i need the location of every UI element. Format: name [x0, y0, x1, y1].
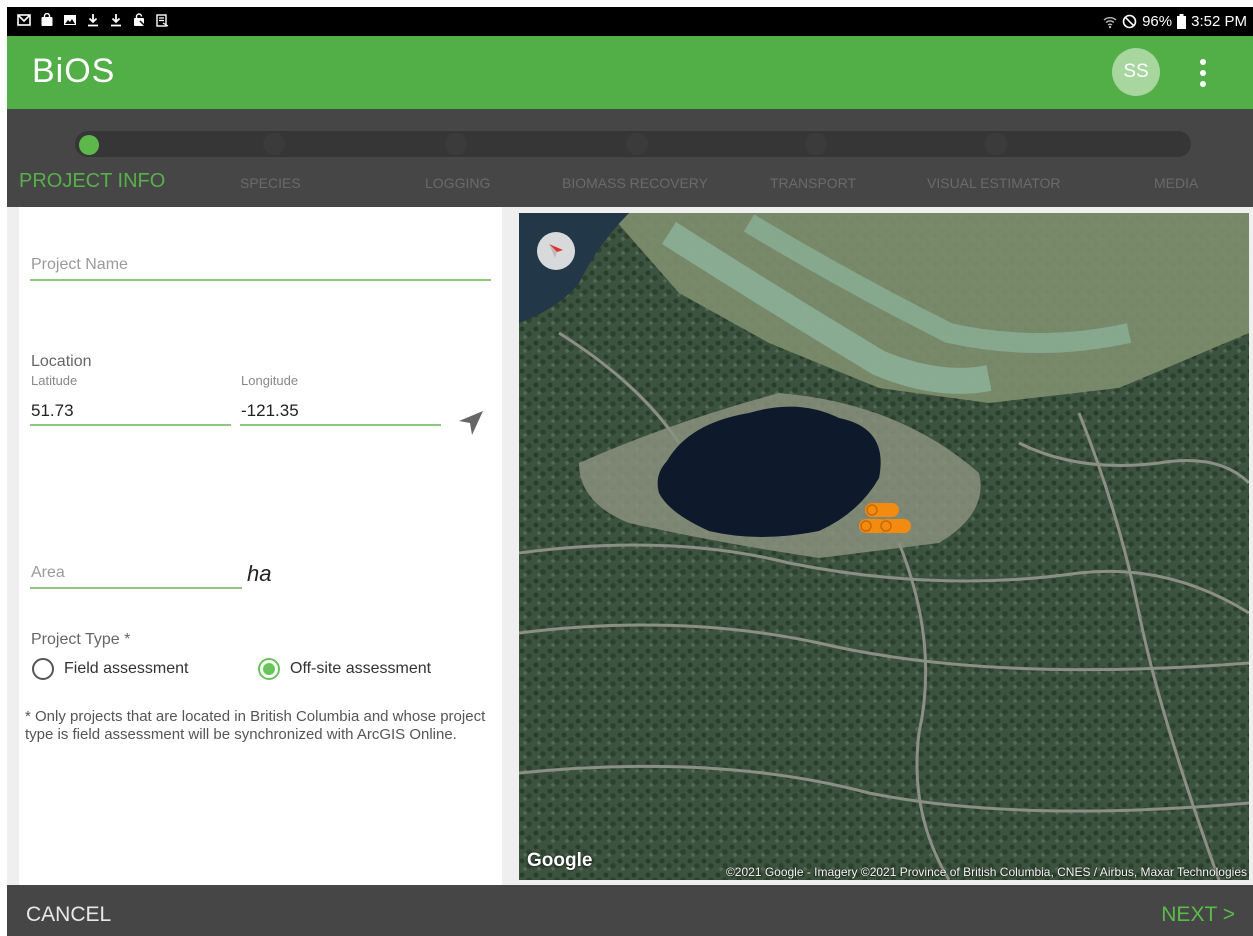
status-bar-notifications	[17, 13, 169, 27]
radio-off-site-assessment[interactable]: Off-site assessment	[258, 658, 431, 680]
logs-marker-icon[interactable]	[859, 501, 911, 537]
bottom-bar: CANCEL NEXT >	[7, 885, 1253, 936]
locate-arrow-icon[interactable]	[457, 410, 485, 436]
compass-icon[interactable]	[537, 232, 575, 270]
next-button[interactable]: NEXT >	[1161, 903, 1235, 927]
longitude-input[interactable]: -121.35	[241, 401, 299, 421]
step-dot	[805, 133, 827, 155]
radio-field-assessment-label: Field assessment	[64, 660, 189, 677]
active-step-dot	[79, 135, 99, 155]
image-icon	[63, 13, 77, 27]
wifi-icon	[1103, 15, 1117, 29]
tab-transport[interactable]: TRANSPORT	[770, 175, 856, 191]
shopping-bag-icon	[40, 13, 54, 27]
overflow-menu-icon[interactable]	[1191, 56, 1215, 90]
app-title: BiOS	[32, 52, 116, 90]
map-imagery	[519, 213, 1249, 880]
tab-logging[interactable]: LOGGING	[425, 175, 490, 191]
latitude-label: Latitude	[31, 373, 78, 388]
project-name-input[interactable]: Project Name	[31, 256, 128, 274]
battery-percent: 96%	[1142, 13, 1173, 30]
download-icon	[109, 13, 123, 27]
avatar[interactable]: SS	[1112, 48, 1160, 96]
status-bar-system: 96% 3:52 PM	[1103, 13, 1247, 30]
project-name-underline	[30, 279, 491, 281]
clipboard-icon	[155, 13, 169, 27]
tab-biomass-recovery[interactable]: BIOMASS RECOVERY	[562, 175, 708, 191]
step-dot	[445, 133, 467, 155]
sync-note: * Only projects that are located in Brit…	[25, 708, 486, 743]
radio-field-assessment[interactable]: Field assessment	[32, 658, 189, 680]
area-underline	[30, 587, 242, 589]
tab-species[interactable]: SPECIES	[240, 175, 301, 191]
longitude-underline	[240, 424, 441, 426]
map-attribution: ©2021 Google - Imagery ©2021 Province of…	[725, 865, 1247, 879]
tab-project-info[interactable]: PROJECT INFO	[19, 170, 165, 193]
app-bar: BiOS SS	[7, 36, 1253, 109]
radio-off-site-assessment-label: Off-site assessment	[290, 660, 432, 677]
area-input[interactable]: Area	[31, 564, 65, 582]
satellite-map[interactable]: Google ©2021 Google - Imagery ©2021 Prov…	[519, 213, 1249, 880]
battery-icon	[1177, 14, 1187, 29]
download-icon	[86, 13, 100, 27]
project-type-label: Project Type *	[31, 631, 131, 648]
latitude-underline	[30, 424, 231, 426]
cancel-button[interactable]: CANCEL	[26, 903, 111, 927]
radio-unchecked-icon	[32, 658, 54, 680]
main-content: Project Name Location Latitude Longitude…	[7, 207, 1253, 885]
progress-stepper: PROJECT INFO SPECIES LOGGING BIOMASS REC…	[7, 109, 1253, 207]
tab-visual-estimator[interactable]: VISUAL ESTIMATOR	[927, 175, 1061, 191]
gmail-icon	[17, 13, 31, 27]
latitude-input[interactable]: 51.73	[31, 401, 74, 421]
no-sim-icon	[132, 13, 146, 27]
step-dot	[263, 133, 285, 155]
longitude-label: Longitude	[241, 373, 299, 388]
do-not-disturb-icon	[1122, 14, 1137, 29]
step-dot	[626, 133, 648, 155]
google-logo: Google	[527, 850, 593, 871]
tab-media[interactable]: MEDIA	[1154, 175, 1198, 191]
location-label: Location	[31, 353, 92, 370]
stepper-track	[75, 131, 1191, 157]
area-unit: ha	[247, 561, 272, 586]
radio-checked-icon	[258, 658, 280, 680]
step-dot	[985, 133, 1007, 155]
status-bar: 96% 3:52 PM	[7, 7, 1253, 36]
clock: 3:52 PM	[1191, 13, 1247, 30]
project-info-form: Project Name Location Latitude Longitude…	[19, 207, 502, 885]
